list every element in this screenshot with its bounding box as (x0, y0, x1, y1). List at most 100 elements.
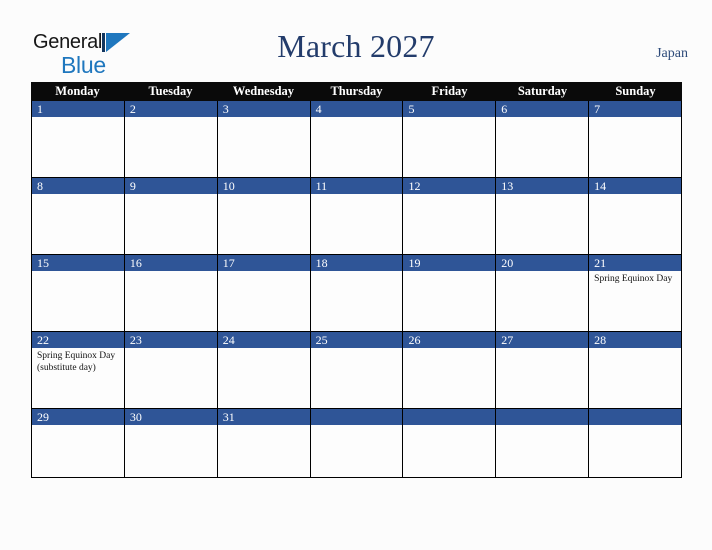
day-body (496, 348, 588, 408)
day-number: 22 (32, 332, 124, 348)
day-number: 18 (310, 255, 403, 271)
day-number: 30 (124, 409, 217, 425)
day-cell[interactable]: 20 (496, 255, 590, 332)
day-body (403, 117, 495, 177)
day-cell[interactable]: 9 (124, 178, 218, 255)
day-cell[interactable]: 15 (32, 255, 125, 332)
day-body (311, 194, 403, 254)
day-body (311, 425, 403, 477)
day-number: 29 (32, 409, 124, 425)
week-row: 8 9 10 11 12 13 14 (31, 178, 683, 255)
day-number: 28 (589, 332, 682, 348)
day-cell[interactable]: 18 (310, 255, 404, 332)
day-body (589, 348, 681, 408)
day-body (125, 117, 217, 177)
region-label: Japan (656, 46, 688, 61)
day-number: 10 (217, 178, 310, 194)
day-cell[interactable]: 23 (124, 332, 218, 409)
day-cell[interactable]: 4 (310, 101, 404, 178)
day-cell[interactable]: 8 (32, 178, 125, 255)
day-body (218, 117, 310, 177)
weekday-header-row: Monday Tuesday Wednesday Thursday Friday… (31, 82, 682, 101)
day-body (125, 425, 217, 477)
day-cell[interactable]: 19 (403, 255, 497, 332)
day-cell[interactable]: 21 Spring Equinox Day (589, 255, 683, 332)
day-number: 7 (589, 101, 682, 117)
day-body (218, 425, 310, 477)
weekday-header-monday: Monday (55, 84, 100, 98)
week-row: 15 16 17 18 19 20 21 Spring Equinox Day (31, 255, 683, 332)
calendar-grid: Monday Tuesday Wednesday Thursday Friday… (31, 82, 683, 478)
day-cell[interactable]: 10 (217, 178, 311, 255)
day-number: 2 (124, 101, 217, 117)
day-cell[interactable]: 3 (217, 101, 311, 178)
day-cell[interactable]: 29 (32, 409, 125, 478)
day-body (218, 194, 310, 254)
day-cell[interactable]: 5 (403, 101, 497, 178)
day-body (218, 271, 310, 331)
day-number: 11 (310, 178, 403, 194)
day-number: 5 (403, 101, 496, 117)
day-body (32, 194, 124, 254)
day-number: 6 (496, 101, 589, 117)
day-body (403, 425, 495, 477)
day-number: 16 (124, 255, 217, 271)
day-number: 13 (496, 178, 589, 194)
day-number: 8 (32, 178, 124, 194)
day-number: 17 (217, 255, 310, 271)
day-number: 23 (124, 332, 217, 348)
day-cell[interactable] (496, 409, 590, 478)
day-number: 20 (496, 255, 589, 271)
day-body (589, 425, 681, 477)
day-cell[interactable]: 26 (403, 332, 497, 409)
day-cell[interactable]: 7 (589, 101, 683, 178)
day-cell[interactable]: 31 (217, 409, 311, 478)
day-number: 19 (403, 255, 496, 271)
day-number: 3 (217, 101, 310, 117)
day-cell[interactable]: 6 (496, 101, 590, 178)
day-body (496, 425, 588, 477)
day-cell[interactable]: 14 (589, 178, 683, 255)
day-body (218, 348, 310, 408)
day-cell[interactable]: 27 (496, 332, 590, 409)
day-cell[interactable]: 17 (217, 255, 311, 332)
day-cell[interactable]: 11 (310, 178, 404, 255)
day-body (125, 348, 217, 408)
day-cell[interactable]: 1 (32, 101, 125, 178)
day-body (311, 271, 403, 331)
day-cell[interactable] (403, 409, 497, 478)
page-title: March 2027 (277, 28, 435, 64)
page-header: General Blue March 2027 Japan (0, 0, 712, 82)
day-cell[interactable]: 24 (217, 332, 311, 409)
weekday-header-friday: Friday (431, 84, 468, 98)
day-body (496, 271, 588, 331)
day-cell[interactable]: 28 (589, 332, 683, 409)
day-number: 14 (589, 178, 682, 194)
calendar-page: General Blue March 2027 Japan Monday Tue… (0, 0, 712, 550)
day-cell[interactable] (589, 409, 683, 478)
day-cell[interactable] (310, 409, 404, 478)
day-number: 9 (124, 178, 217, 194)
day-number: 1 (32, 101, 124, 117)
day-body (125, 271, 217, 331)
event-text: Spring Equinox Day (594, 274, 673, 284)
day-cell[interactable]: 25 (310, 332, 404, 409)
weekday-header-thursday: Thursday (330, 84, 383, 98)
day-cell[interactable]: 30 (124, 409, 218, 478)
day-cell[interactable]: 2 (124, 101, 218, 178)
day-number: 24 (217, 332, 310, 348)
day-cell[interactable]: 12 (403, 178, 497, 255)
day-number (589, 409, 682, 425)
day-number: 26 (403, 332, 496, 348)
day-body (32, 117, 124, 177)
day-number: 12 (403, 178, 496, 194)
day-number: 21 (589, 255, 682, 271)
day-body: Spring Equinox Day (589, 271, 681, 331)
event-text: Spring Equinox Day (substitute day) (37, 351, 116, 373)
day-number: 31 (217, 409, 310, 425)
day-cell[interactable]: 16 (124, 255, 218, 332)
day-cell[interactable]: 22 Spring Equinox Day (substitute day) (32, 332, 125, 409)
day-body (403, 271, 495, 331)
day-number (496, 409, 589, 425)
day-cell[interactable]: 13 (496, 178, 590, 255)
